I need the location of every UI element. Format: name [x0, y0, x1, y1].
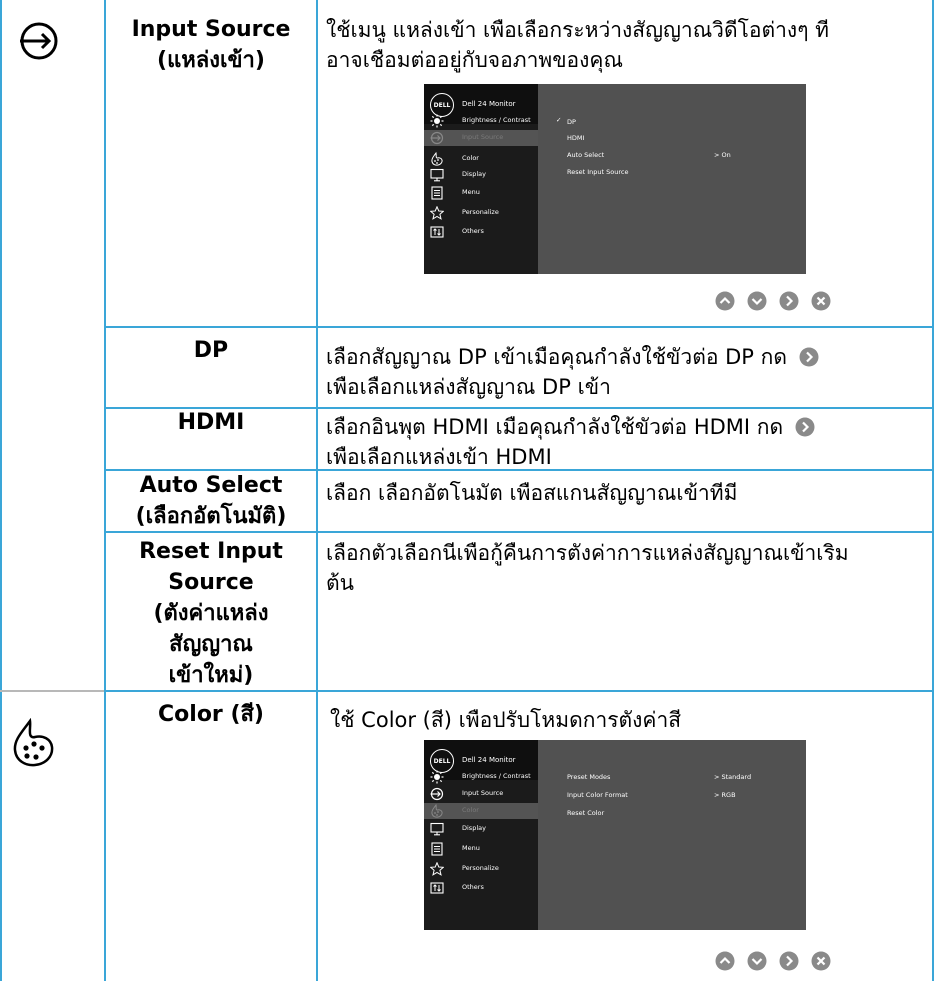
exit-button-icon: [811, 291, 831, 311]
osd-option-hdmi: HDMI: [567, 134, 585, 142]
menu-icon: [431, 186, 443, 200]
menu-icon: [431, 842, 443, 856]
osd-menu-item: Color: [424, 151, 538, 167]
osd-nav-buttons: [714, 290, 834, 312]
osd-nav-buttons: [714, 950, 834, 972]
osd-option-auto-select: Auto Select: [567, 151, 605, 159]
down-button-icon: [747, 291, 767, 311]
row-divider: [104, 326, 934, 328]
osd-menu-item: Menu: [424, 185, 538, 201]
dp-description: เลือกสัญญาณ DP เข้าเมือคุณกำลังใช้ขัวต่อ…: [326, 342, 926, 402]
osd-menu-item: Menu: [424, 841, 538, 857]
osd-input-source-screenshot: DELL Dell 24 Monitor Brightness / Contra…: [424, 84, 806, 274]
osd-option-reset-color: Reset Color: [567, 809, 605, 817]
osd-menu-item-selected: Color: [424, 803, 538, 819]
osd-model-name: Dell 24 Monitor: [462, 100, 516, 108]
right-button-icon: [779, 951, 799, 971]
osd-menu-item-selected: Input Source: [424, 130, 538, 146]
table-border-col2: [316, 0, 318, 981]
osd-menu-item: Others: [424, 224, 538, 240]
osd-color-screenshot: DELL Dell 24 Monitor Brightness / Contra…: [424, 740, 806, 930]
others-icon: [430, 882, 444, 894]
input-source-icon: [430, 131, 444, 145]
up-button-icon: [715, 951, 735, 971]
dp-term: DP: [193, 338, 229, 363]
personalize-star-icon: [430, 862, 444, 876]
color-term: Color (สี): [158, 702, 264, 727]
exit-button-icon: [811, 951, 831, 971]
auto-select-term: Auto Select (เลือกอัตโนมัติ): [135, 473, 287, 529]
right-button-icon: [799, 347, 819, 367]
osd-checkmark: ✓: [556, 116, 562, 124]
osd-menu-item: Brightness / Contrast: [424, 769, 538, 785]
osd-value-auto-select: > On: [714, 151, 731, 159]
osd-option-input-color-format: Input Color Format: [567, 791, 628, 799]
osd-menu-item: Personalize: [424, 205, 538, 221]
brightness-icon: [430, 770, 444, 784]
section-divider: [0, 690, 106, 692]
color-palette-icon: [12, 717, 56, 768]
osd-menu-item: Input Source: [424, 786, 538, 802]
table-border-right: [932, 0, 934, 981]
color-icon: [431, 152, 443, 166]
osd-menu-item: Others: [424, 880, 538, 896]
osd-menu-item: Personalize: [424, 861, 538, 877]
input-source-term: Input Source (แหล่งเข้า): [131, 17, 291, 73]
osd-option-preset-modes: Preset Modes: [567, 773, 611, 781]
osd-model-name: Dell 24 Monitor: [462, 756, 516, 764]
up-button-icon: [715, 291, 735, 311]
osd-menu-item: Display: [424, 167, 538, 183]
hdmi-term: HDMI: [177, 410, 245, 435]
color-icon: [431, 804, 443, 818]
brightness-icon: [430, 114, 444, 128]
osd-value-preset-modes: > Standard: [714, 773, 752, 781]
down-button-icon: [747, 951, 767, 971]
input-source-description: ใช้เมนู แหล่งเข้า เพือเลือกระหว่างสัญญาณ…: [326, 18, 829, 72]
osd-option-dp: DP: [567, 118, 576, 126]
auto-select-description: เลือก เลือกอัตโนมัต เพือสแกนสัญญาณเข้าที…: [326, 481, 738, 505]
display-icon: [430, 168, 444, 182]
reset-input-source-description: เลือกตัวเลือกนีเพือกู้คืนการตังค่าการแหล…: [326, 541, 849, 595]
osd-menu-item: Display: [424, 821, 538, 837]
input-source-icon: [18, 20, 60, 62]
reset-input-source-term: Reset Input Source (ตังค่าแหล่ง สัญญาณ เ…: [139, 539, 283, 688]
display-icon: [430, 822, 444, 836]
right-button-icon: [779, 291, 799, 311]
others-icon: [430, 226, 444, 238]
personalize-star-icon: [430, 206, 444, 220]
color-description: ใช้ Color (สี) เพือปรับโหมดการตังค่าสี: [330, 708, 682, 732]
osd-value-input-color-format: > RGB: [714, 791, 736, 799]
right-button-icon: [795, 417, 815, 437]
table-border-left: [0, 0, 2, 981]
osd-menu-item: Brightness / Contrast: [424, 113, 538, 129]
input-source-icon: [430, 787, 444, 801]
osd-option-reset-input: Reset Input Source: [567, 168, 629, 176]
hdmi-description: เลือกอินพุต HDMI เมือคุณกำลังใช้ขัวต่อ H…: [326, 412, 926, 472]
